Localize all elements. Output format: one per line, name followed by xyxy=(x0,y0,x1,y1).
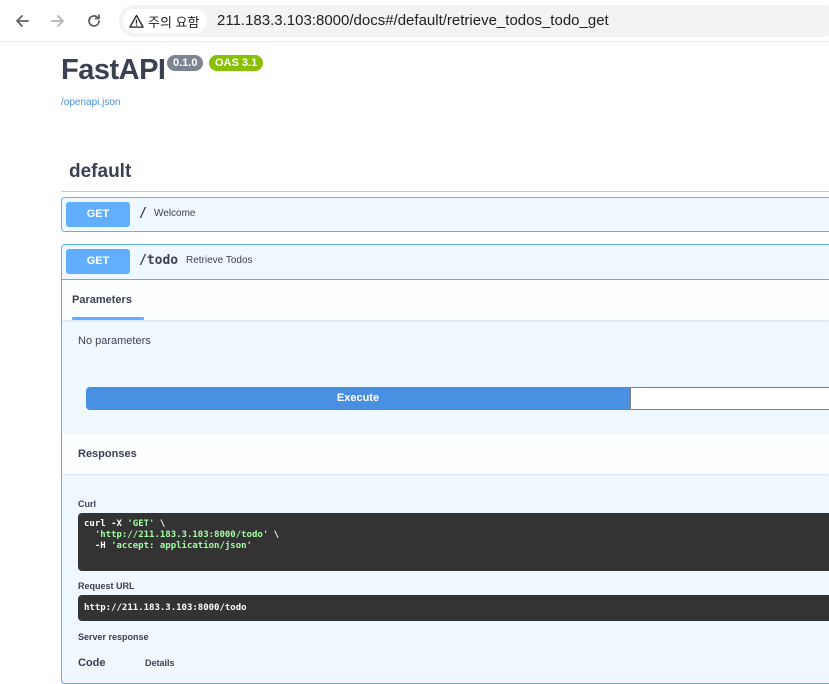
responses-title: Responses xyxy=(78,448,137,460)
operation-retrieve-todos: GET /todo Retrieve Todos Parameters No p… xyxy=(61,244,829,684)
method-badge: GET xyxy=(66,249,130,274)
oas-badge: OAS 3.1 xyxy=(209,55,264,71)
reload-icon xyxy=(88,14,100,27)
address-bar[interactable]: 주의 요함 211.183.3.103:8000/docs#/default/r… xyxy=(119,5,829,37)
version-badge: 0.1.0 xyxy=(167,55,204,71)
clear-button[interactable] xyxy=(630,387,829,410)
security-label: 주의 요함 xyxy=(148,14,200,30)
arrow-right-icon xyxy=(51,15,64,27)
request-url-label: Request URL xyxy=(78,581,135,591)
operation-path: /todo xyxy=(139,253,179,268)
parameters-header: Parameters xyxy=(62,280,829,320)
tag-divider xyxy=(61,191,829,192)
tag-title[interactable]: default xyxy=(69,161,131,183)
operation-description: Retrieve Todos xyxy=(186,255,253,266)
curl-flag: -H xyxy=(84,541,112,551)
curl-method: 'GET' xyxy=(127,519,155,529)
curl-label: Curl xyxy=(78,499,96,509)
curl-continuation: \ xyxy=(268,530,280,540)
execute-button[interactable]: Execute xyxy=(86,387,630,410)
curl-code-block[interactable]: curl -X 'GET' \ 'http://211.183.3.103:80… xyxy=(78,513,829,571)
code-column-header: Code xyxy=(78,657,106,669)
tab-underline xyxy=(72,317,144,320)
arrow-left-icon xyxy=(16,15,29,27)
operation-path: / xyxy=(139,206,147,221)
curl-cmd: curl -X xyxy=(84,519,128,529)
forward-button[interactable] xyxy=(45,8,71,34)
no-parameters-text: No parameters xyxy=(78,335,151,347)
server-response-label: Server response xyxy=(78,632,149,642)
operation-summary[interactable]: GET / Welcome xyxy=(62,198,829,232)
security-chip[interactable]: 주의 요함 xyxy=(123,9,208,33)
browser-toolbar: 주의 요함 211.183.3.103:8000/docs#/default/r… xyxy=(0,0,829,42)
openapi-link[interactable]: /openapi.json xyxy=(61,97,121,108)
operation-summary[interactable]: GET /todo Retrieve Todos xyxy=(62,245,829,279)
curl-header: 'accept: application/json' xyxy=(111,541,252,551)
url-text[interactable]: 211.183.3.103:8000/docs#/default/retriev… xyxy=(217,12,609,29)
reload-button[interactable] xyxy=(81,8,107,34)
request-url-value[interactable]: http://211.183.3.103:8000/todo xyxy=(78,595,829,621)
responses-header: Responses xyxy=(62,434,829,474)
warning-icon xyxy=(129,14,144,28)
method-badge: GET xyxy=(66,202,130,227)
curl-continuation: \ xyxy=(154,519,166,529)
api-title: FastAPI xyxy=(61,54,166,86)
details-column-header: Details xyxy=(145,658,175,668)
operation-welcome: GET / Welcome xyxy=(61,197,829,232)
operation-body: Parameters No parameters Execute Respons… xyxy=(62,279,829,683)
operation-description: Welcome xyxy=(154,208,196,219)
tab-parameters[interactable]: Parameters xyxy=(72,294,132,306)
back-button[interactable] xyxy=(9,8,35,34)
curl-url: 'http://211.183.3.103:8000/todo' xyxy=(94,530,269,540)
